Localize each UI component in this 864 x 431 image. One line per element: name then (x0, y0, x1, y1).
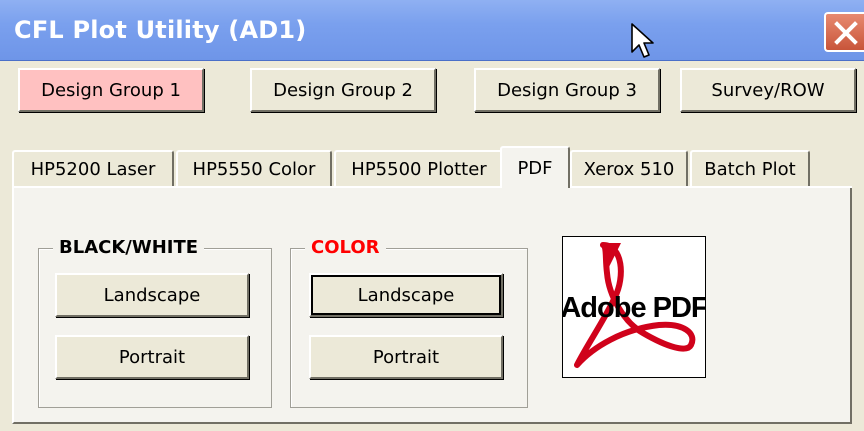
mouse-cursor-icon (631, 23, 654, 58)
bw-landscape-button[interactable]: Landscape (55, 273, 249, 317)
tab-xerox-510[interactable]: Xerox 510 (570, 150, 688, 186)
tab-hp5500-plotter[interactable]: HP5500 Plotter (334, 150, 504, 186)
color-label: COLOR (305, 237, 386, 258)
close-icon (834, 21, 858, 45)
tab-batch-plot[interactable]: Batch Plot (690, 150, 810, 186)
bw-portrait-button[interactable]: Portrait (55, 335, 249, 379)
design-group-2-button[interactable]: Design Group 2 (250, 68, 436, 112)
title-bar[interactable]: CFL Plot Utility (AD1) (0, 0, 864, 61)
plot-utility-window: CFL Plot Utility (AD1) Design Group 1 De… (0, 0, 864, 431)
design-group-3-button[interactable]: Design Group 3 (474, 68, 660, 112)
color-landscape-button[interactable]: Landscape (309, 273, 503, 317)
printer-tabs: HP5200 Laser HP5550 Color HP5500 Plotter… (12, 146, 852, 190)
adobe-pdf-logo: Adobe PDF (560, 236, 709, 378)
color-portrait-button[interactable]: Portrait (309, 335, 503, 379)
black-white-label: BLACK/WHITE (53, 237, 205, 258)
survey-row-button[interactable]: Survey/ROW (680, 68, 856, 112)
black-white-group: BLACK/WHITE Landscape Portrait (38, 237, 272, 408)
tab-hp5200-laser[interactable]: HP5200 Laser (12, 150, 174, 186)
tab-hp5550-color[interactable]: HP5550 Color (176, 150, 332, 186)
design-group-1-button[interactable]: Design Group 1 (18, 68, 204, 112)
color-group: COLOR Landscape Portrait (290, 237, 528, 408)
close-button[interactable] (824, 12, 864, 52)
adobe-pdf-text: Adobe PDF (563, 292, 705, 324)
pdf-tab-panel: BLACK/WHITE Landscape Portrait COLOR Lan… (12, 188, 852, 424)
window-title: CFL Plot Utility (AD1) (14, 16, 307, 44)
tab-pdf[interactable]: PDF (500, 146, 570, 188)
